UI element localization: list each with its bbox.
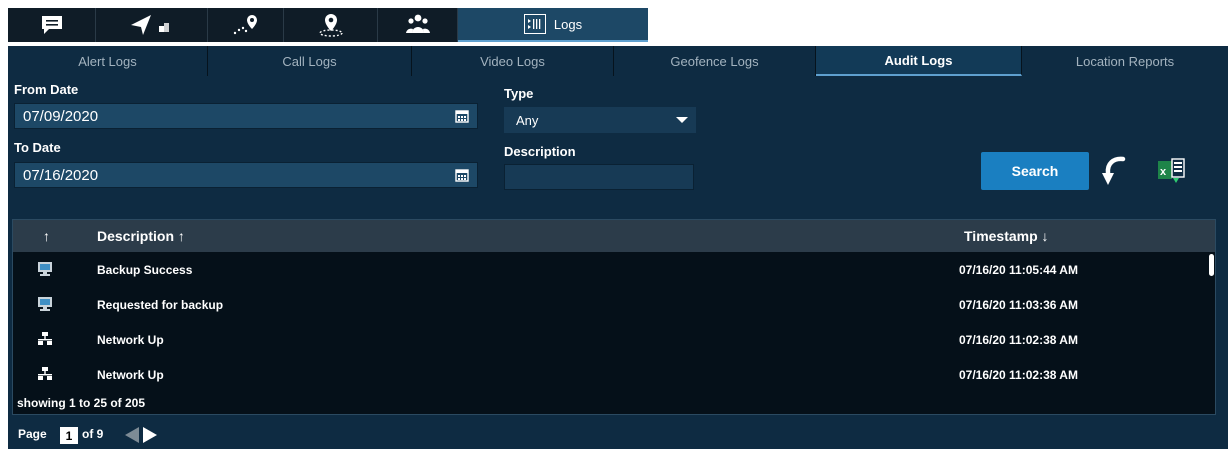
tab-call-logs-label: Call Logs [282,53,337,69]
to-date-field[interactable]: 07/16/2020 [14,162,478,188]
tab-alert-logs[interactable]: Alert Logs [8,46,208,76]
tab-location-reports-label: Location Reports [1075,53,1175,69]
row-timestamp: 07/16/20 11:02:38 AM [959,333,1078,347]
grid-body: ↑ Description ↑ Timestamp ↓ Backup Succe… [12,219,1216,415]
description-label: Description [504,144,576,159]
group-icon [405,14,430,33]
tab-location-reports[interactable]: Location Reports [1022,46,1228,76]
table-row[interactable]: Network Up 07/16/20 11:02:38 AM [13,358,1215,393]
row-description: Network Up [97,368,164,382]
timestamp-column-header[interactable]: Timestamp ↓ [964,228,1049,244]
row-timestamp: 07/16/20 11:03:36 AM [959,298,1078,312]
computer-icon [38,297,52,311]
tab-route-map[interactable] [208,8,284,42]
log-type-tabs: Alert Logs Call Logs Video Logs Geofence… [8,46,1228,76]
tab-group[interactable] [378,8,458,42]
location-pin-icon [318,14,343,37]
tab-audit-logs-label: Audit Logs [884,52,953,68]
pagination: Page 1 of 9 [8,417,1228,449]
from-date-label: From Date [14,82,79,97]
chat-icon [41,16,62,34]
tab-logs[interactable]: Logs [458,8,648,42]
tab-call-logs[interactable]: Call Logs [208,46,412,76]
description-input[interactable] [504,164,694,190]
app-window: Logs Alert Logs Call Logs Video Logs Geo… [0,0,1228,449]
previous-page-icon[interactable] [125,427,139,443]
tab-audit-logs[interactable]: Audit Logs [816,46,1022,76]
tab-logs-label: Logs [553,16,583,32]
from-date-value: 07/09/2020 [23,107,99,125]
row-description: Requested for backup [97,298,224,312]
svg-text:x: x [1160,166,1167,178]
page-number-input[interactable]: 1 [60,427,78,444]
tab-geofence-logs-label: Geofence Logs [670,53,759,69]
next-page-icon[interactable] [143,427,157,443]
tab-video-logs[interactable]: Video Logs [412,46,614,76]
logs-icon [523,14,546,34]
navigation-icon [130,15,169,35]
tab-navigation[interactable] [96,8,208,42]
page-label: Page [18,427,47,441]
network-icon [38,332,52,345]
table-row[interactable]: Requested for backup 07/16/20 11:03:36 A… [13,288,1215,323]
row-timestamp: 07/16/20 11:02:38 AM [959,368,1078,382]
tab-alert-logs-label: Alert Logs [78,53,137,69]
chevron-down-icon [676,117,688,123]
grid-header: ↑ Description ↑ Timestamp ↓ [13,220,1215,252]
table-row[interactable]: Backup Success 07/16/20 11:05:44 AM [13,253,1215,288]
page-total: of 9 [82,427,104,441]
calendar-icon[interactable] [455,109,469,123]
row-description: Network Up [97,333,164,347]
tab-chat[interactable] [8,8,96,42]
tab-geofence-logs[interactable]: Geofence Logs [614,46,816,76]
network-icon [38,367,52,380]
sort-column-header[interactable]: ↑ [43,228,50,244]
to-date-label: To Date [14,140,61,155]
grid-scrollbar[interactable] [1209,254,1214,276]
row-description: Backup Success [97,263,193,277]
table-row[interactable]: Network Up 07/16/20 11:02:38 AM [13,323,1215,358]
filter-panel: From Date 07/09/2020 To Date 07/16/2020 … [8,76,1228,209]
tab-video-logs-label: Video Logs [480,53,545,69]
audit-log-grid: ↑ Description ↑ Timestamp ↓ Backup Succe… [8,209,1228,417]
to-date-value: 07/16/2020 [23,166,99,184]
excel-export-icon[interactable]: x [1157,156,1187,186]
search-button[interactable]: Search [981,152,1089,190]
top-nav-bar: Logs [8,8,1228,42]
calendar-icon[interactable] [455,168,469,182]
tab-location[interactable] [284,8,378,42]
type-select-value: Any [516,112,539,128]
route-map-icon [233,15,257,35]
description-column-header[interactable]: Description ↑ [97,228,185,244]
type-select[interactable]: Any [504,107,696,133]
type-label: Type [504,86,534,101]
showing-count: showing 1 to 25 of 205 [17,396,146,410]
from-date-field[interactable]: 07/09/2020 [14,103,478,129]
row-timestamp: 07/16/20 11:05:44 AM [959,263,1078,277]
computer-icon [38,262,52,276]
reset-icon[interactable] [1101,155,1129,187]
